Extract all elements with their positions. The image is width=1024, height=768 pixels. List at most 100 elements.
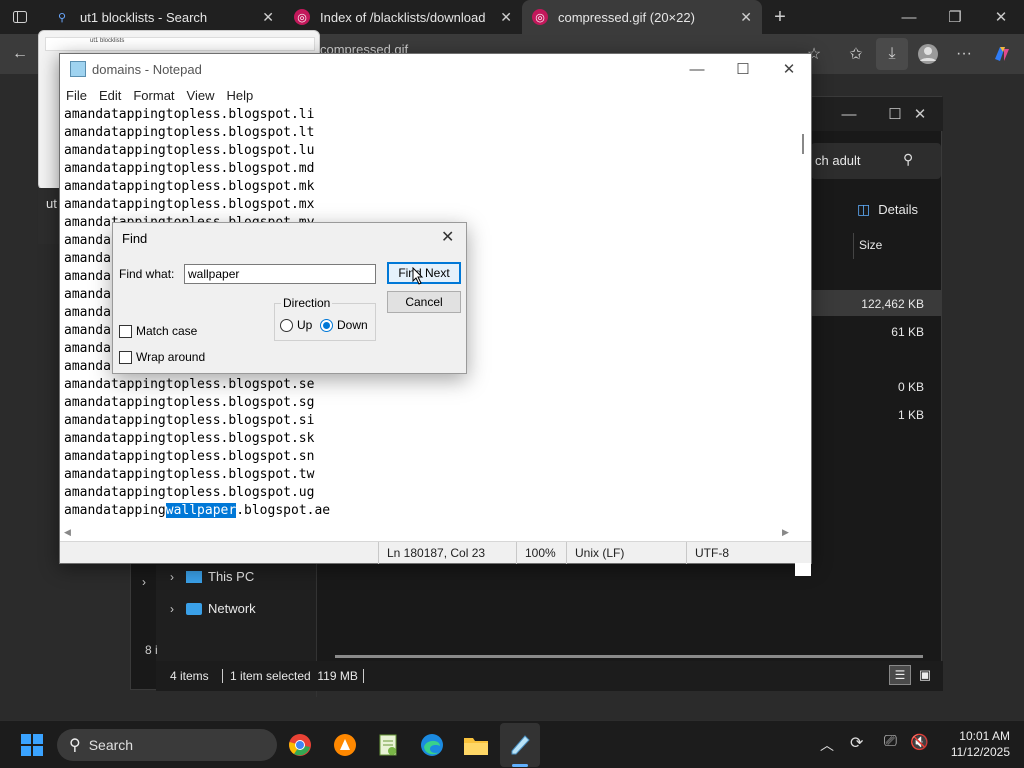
find-what-label: Find what:	[119, 267, 175, 281]
find-what-input[interactable]: wallpaper	[184, 264, 376, 284]
match-suffix: .blogspot.ae	[236, 503, 331, 518]
speaker-icon[interactable]: 🔇	[910, 733, 929, 751]
find-next-button[interactable]: Find Next	[387, 262, 461, 284]
direction-label: Direction	[281, 296, 333, 310]
details-view-icon[interactable]: ☰	[889, 665, 911, 685]
sync-icon[interactable]: ⟳	[850, 733, 863, 753]
explorer-search-box[interactable]: ch adult ⚲	[811, 143, 941, 179]
text-line: amandatappingtopless.blogspot.li	[64, 107, 315, 122]
details-button[interactable]: ◫ Details	[857, 201, 918, 218]
tab-actions-icon[interactable]	[6, 3, 34, 31]
close-icon[interactable]: ✕	[897, 99, 943, 129]
display-icon[interactable]: ⎚	[884, 733, 897, 751]
horizontal-scrollbar[interactable]	[335, 655, 923, 658]
close-icon[interactable]: ✕	[441, 227, 454, 247]
menu-help[interactable]: Help	[226, 88, 253, 103]
chevron-right-icon[interactable]: ›	[142, 575, 146, 589]
notepad-titlebar: domains - Notepad — ☐ ✕	[60, 54, 811, 84]
nav-label: Network	[208, 601, 256, 616]
favorites-icon[interactable]: ✩	[842, 40, 870, 68]
left-count-text: 8 i	[145, 643, 158, 657]
maximize-icon[interactable]: ☐	[720, 54, 766, 84]
vertical-scrollbar[interactable]	[795, 106, 811, 576]
radio-up[interactable]	[280, 318, 293, 332]
scroll-left-icon[interactable]: ◀	[64, 527, 71, 538]
size-cell: 0 KB	[897, 380, 924, 394]
text-line: amandatappingtopless.blogspot.md	[64, 161, 315, 176]
size-cell: 122,462 KB	[861, 297, 924, 311]
status-zoom: 100%	[516, 541, 566, 564]
profile-icon[interactable]	[914, 40, 942, 68]
preview-text: ut	[46, 196, 57, 211]
match-case-checkbox[interactable]	[119, 324, 132, 338]
direction-down[interactable]: Down	[320, 318, 368, 332]
chevron-up-icon[interactable]: ︿	[820, 735, 834, 755]
file-explorer-icon[interactable]	[456, 725, 496, 765]
tab-index[interactable]: ◎ Index of /blacklists/download ✕	[284, 0, 522, 34]
close-icon[interactable]: ✕	[978, 2, 1024, 32]
menu-format[interactable]: Format	[133, 88, 174, 103]
menu-file[interactable]: File	[66, 88, 87, 103]
text-line: amandatappingtopless.blogspot.sn	[64, 449, 315, 464]
notepad-icon	[509, 733, 531, 758]
tab-search[interactable]: ⚲ ut1 blocklists - Search ✕	[44, 0, 284, 34]
wrap-around-option[interactable]: Wrap around	[119, 350, 205, 364]
status-divider	[222, 669, 223, 683]
tab-compressed-gif[interactable]: ◎ compressed.gif (20×22) ✕	[522, 0, 762, 34]
chevron-right-icon: ›	[170, 601, 174, 616]
down-label: Down	[337, 318, 368, 332]
nav-item-network[interactable]: › Network	[170, 601, 256, 616]
taskbar: ⚲ Search ︿ ⟳ ⎚ 🔇 10:01 AM 11/12/2025	[0, 720, 1024, 768]
edge-icon[interactable]	[412, 725, 452, 765]
menu-view[interactable]: View	[187, 88, 215, 103]
search-icon: ⚲	[903, 151, 914, 167]
column-header-size[interactable]: Size	[859, 238, 882, 252]
clock[interactable]: 10:01 AM 11/12/2025	[948, 729, 1010, 759]
minimize-icon[interactable]: —	[886, 2, 932, 32]
direction-up[interactable]: Up	[280, 318, 312, 332]
match-case-option[interactable]: Match case	[119, 324, 197, 338]
tiles-view-icon[interactable]: ▣	[914, 665, 936, 685]
search-label: Search	[88, 737, 134, 753]
find-dialog: Find ✕ Find what: wallpaper Find Next Ca…	[112, 222, 467, 374]
text-line: amandatappingtopless.blogspot.mk	[64, 179, 315, 194]
vlc-icon[interactable]	[325, 725, 365, 765]
chrome-icon[interactable]	[280, 725, 320, 765]
copilot-icon[interactable]	[988, 40, 1016, 68]
close-icon[interactable]: ✕	[766, 54, 812, 84]
tab-label: Index of /blacklists/download	[320, 9, 486, 25]
back-icon[interactable]: ←	[6, 40, 34, 68]
cancel-button[interactable]: Cancel	[387, 291, 461, 313]
radio-down[interactable]	[320, 318, 333, 332]
scroll-thumb[interactable]	[802, 134, 804, 154]
restore-icon[interactable]: ❐	[932, 2, 978, 32]
text-line: amandatappingtopless.blogspot.si	[64, 413, 315, 428]
minimize-icon[interactable]: —	[674, 54, 720, 84]
status-position: Ln 180187, Col 23	[378, 541, 516, 564]
notepadpp-icon[interactable]	[368, 725, 408, 765]
tab-label: compressed.gif (20×22)	[558, 9, 695, 25]
minimize-icon[interactable]: —	[826, 99, 872, 129]
menu-edit[interactable]: Edit	[99, 88, 121, 103]
search-match-highlight: wallpaper	[165, 503, 237, 518]
scroll-right-icon[interactable]: ▶	[782, 527, 789, 538]
status-line-ending: Unix (LF)	[566, 541, 686, 564]
close-tab-icon[interactable]: ✕	[500, 9, 512, 26]
notepad-taskbar-active[interactable]	[500, 723, 540, 767]
horizontal-scrollbar[interactable]: ◀ ▶	[60, 525, 795, 541]
close-tab-icon[interactable]: ✕	[262, 9, 274, 26]
text-line: amandatappingtopless.blogspot.tw	[64, 467, 315, 482]
new-tab-icon[interactable]: +	[766, 3, 794, 31]
notepad-icon	[70, 61, 86, 77]
more-icon[interactable]: ···	[950, 40, 978, 68]
close-tab-icon[interactable]: ✕	[740, 9, 752, 26]
target-icon: ◎	[294, 9, 310, 25]
start-button[interactable]	[12, 725, 52, 765]
text-line: amandatappingtopless.blogspot.sk	[64, 431, 315, 446]
size-cell: 1 KB	[897, 408, 924, 422]
taskbar-search[interactable]: ⚲ Search	[57, 729, 277, 761]
wrap-around-checkbox[interactable]	[119, 350, 132, 364]
download-icon[interactable]: ⤓	[876, 38, 908, 70]
match-line: amandatappingwallpaper.blogspot.ae	[64, 502, 794, 520]
text-line: amandatappingtopless.blogspot.mx	[64, 197, 315, 212]
